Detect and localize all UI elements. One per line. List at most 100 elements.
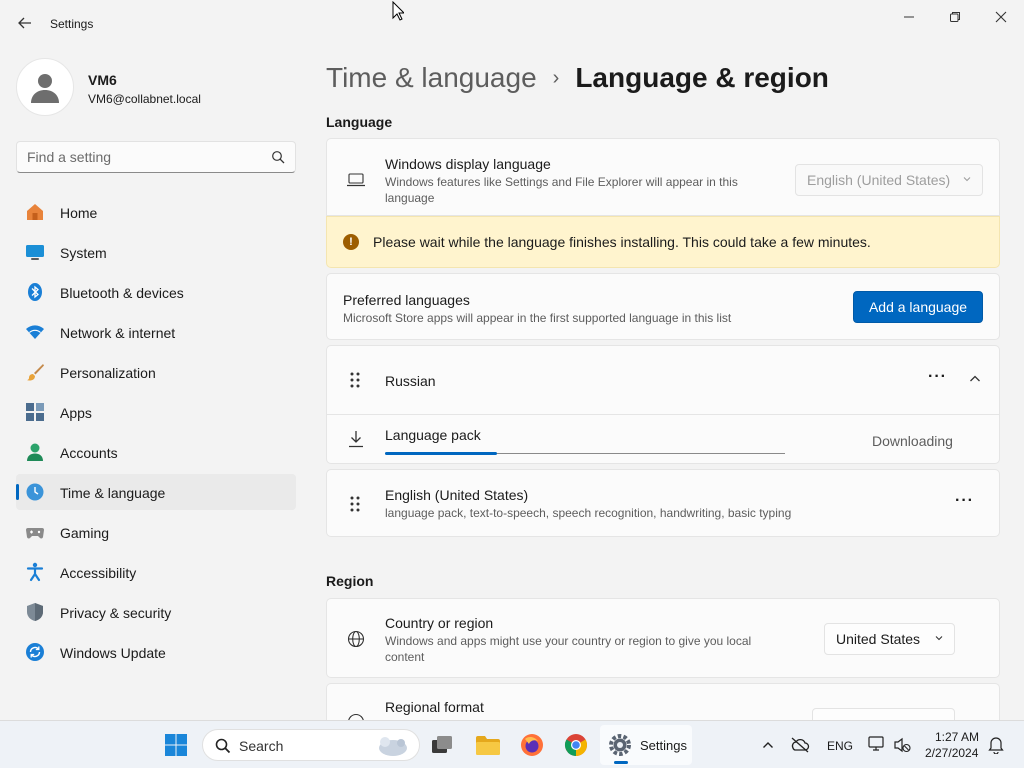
chevron-up-icon[interactable] xyxy=(762,740,774,750)
display-language-card: Windows display language Windows feature… xyxy=(326,138,1000,216)
notification-bell-icon[interactable] xyxy=(988,736,1004,754)
search-icon xyxy=(215,738,231,754)
regional-format-icon xyxy=(345,711,367,720)
sidebar-item-network[interactable]: Network & internet xyxy=(16,314,296,350)
find-setting-search[interactable] xyxy=(16,141,296,173)
firefox-button[interactable] xyxy=(516,729,548,761)
more-options-button[interactable]: ··· xyxy=(928,368,947,386)
display-language-value: English (United States) xyxy=(807,172,951,188)
language-features: language pack, text-to-speech, speech re… xyxy=(385,506,792,520)
clock-date[interactable]: 2/27/2024 xyxy=(925,746,978,760)
back-arrow-icon xyxy=(18,17,31,29)
sidebar-item-system[interactable]: System xyxy=(16,234,296,270)
regional-format-title: Regional format xyxy=(385,699,484,715)
sidebar-item-apps[interactable]: Apps xyxy=(16,394,296,430)
search-highlight-icon xyxy=(379,737,407,756)
home-icon xyxy=(25,202,45,222)
regional-format-dropdown[interactable] xyxy=(812,708,955,720)
search-input[interactable] xyxy=(17,142,257,172)
preferred-languages-card: Preferred languages Microsoft Store apps… xyxy=(326,273,1000,340)
gear-icon xyxy=(609,734,631,756)
sidebar-item-accounts[interactable]: Accounts xyxy=(16,434,296,470)
chevron-down-icon xyxy=(963,177,971,182)
close-button[interactable] xyxy=(989,6,1013,28)
country-region-value: United States xyxy=(836,631,921,647)
minimize-button[interactable] xyxy=(897,6,921,28)
apps-icon xyxy=(25,402,45,422)
user-email: VM6@collabnet.local xyxy=(88,92,201,106)
restore-button[interactable] xyxy=(943,6,967,28)
country-region-title: Country or region xyxy=(385,615,494,631)
region-section-title: Region xyxy=(326,573,374,589)
display-language-description: Windows features like Settings and File … xyxy=(385,175,738,205)
mouse-cursor-icon xyxy=(392,1,404,21)
file-explorer-button[interactable] xyxy=(472,729,504,761)
language-pack-label: Language pack xyxy=(385,427,481,443)
breadcrumb-parent[interactable]: Time & language xyxy=(326,62,537,94)
country-region-description: Windows and apps might use your country … xyxy=(385,634,752,664)
display-language-dropdown[interactable]: English (United States) xyxy=(795,164,983,196)
chevron-down-icon xyxy=(935,636,943,641)
volume-muted-icon[interactable] xyxy=(893,736,911,754)
user-avatar-icon xyxy=(31,74,59,103)
progress-fill xyxy=(385,452,497,455)
drag-handle-icon[interactable] xyxy=(349,495,361,513)
drag-handle-icon[interactable] xyxy=(349,371,361,389)
regional-format-card: Regional format xyxy=(326,683,1000,720)
restore-icon xyxy=(950,12,960,22)
sidebar-nav: Home System Bluetooth & devices Network … xyxy=(16,194,296,674)
chevron-up-icon[interactable] xyxy=(969,374,981,384)
language-item-english: English (United States) language pack, t… xyxy=(326,469,1000,537)
accounts-icon xyxy=(25,442,45,462)
country-region-dropdown[interactable]: United States xyxy=(824,623,955,655)
task-view-icon xyxy=(432,736,452,753)
language-pack-progress xyxy=(385,452,785,455)
download-status: Downloading xyxy=(872,433,953,449)
warning-text: Please wait while the language finishes … xyxy=(373,234,871,250)
sidebar-item-home[interactable]: Home xyxy=(16,194,296,230)
input-language[interactable]: ENG xyxy=(827,739,853,753)
sidebar-item-gaming[interactable]: Gaming xyxy=(16,514,296,550)
more-options-button[interactable]: ··· xyxy=(955,492,974,510)
task-view-button[interactable] xyxy=(426,729,458,761)
clock-time[interactable]: 1:27 AM xyxy=(935,730,979,744)
start-button[interactable] xyxy=(160,729,192,761)
chrome-icon xyxy=(565,734,587,756)
language-section-title: Language xyxy=(326,114,393,130)
page-title: Language & region xyxy=(575,62,829,93)
bluetooth-icon xyxy=(25,282,45,302)
breadcrumb-separator: › xyxy=(552,66,560,89)
sidebar-item-time-language[interactable]: Time & language xyxy=(16,474,296,510)
language-name: Russian xyxy=(385,373,436,389)
update-icon xyxy=(25,642,45,662)
sidebar-item-accessibility[interactable]: Accessibility xyxy=(16,554,296,590)
sidebar-item-privacy-security[interactable]: Privacy & security xyxy=(16,594,296,630)
add-language-button[interactable]: Add a language xyxy=(853,291,983,323)
preferred-languages-description: Microsoft Store apps will appear in the … xyxy=(343,311,732,325)
language-pack-row: Language pack Downloading xyxy=(327,415,999,464)
country-region-card: Country or region Windows and apps might… xyxy=(326,598,1000,678)
app-title: Settings xyxy=(50,17,94,31)
language-item-russian: Russian ··· Language pack Downloading xyxy=(326,345,1000,464)
display-icon[interactable] xyxy=(868,735,886,753)
windows-logo-icon xyxy=(165,734,187,756)
taskbar: Search Settings ENG 1:27 AM 2/27/2024 xyxy=(0,720,1024,768)
time-language-icon xyxy=(25,482,45,502)
active-indicator xyxy=(614,761,628,764)
chrome-button[interactable] xyxy=(560,729,592,761)
taskbar-search[interactable]: Search xyxy=(202,729,420,761)
sidebar-item-windows-update[interactable]: Windows Update xyxy=(16,634,296,670)
laptop-icon xyxy=(345,169,367,191)
user-name: VM6 xyxy=(88,72,117,88)
sidebar-item-bluetooth[interactable]: Bluetooth & devices xyxy=(16,274,296,310)
search-icon[interactable] xyxy=(271,150,285,164)
shield-icon xyxy=(25,602,45,622)
preferred-languages-title: Preferred languages xyxy=(343,292,470,308)
settings-taskbar-button[interactable]: Settings xyxy=(600,725,692,765)
back-button[interactable] xyxy=(14,12,36,34)
close-icon xyxy=(995,11,1007,23)
folder-icon xyxy=(476,736,500,755)
user-profile[interactable]: VM6 VM6@collabnet.local xyxy=(16,58,296,118)
sidebar-item-personalization[interactable]: Personalization xyxy=(16,354,296,390)
network-disconnected-icon[interactable] xyxy=(790,736,810,754)
